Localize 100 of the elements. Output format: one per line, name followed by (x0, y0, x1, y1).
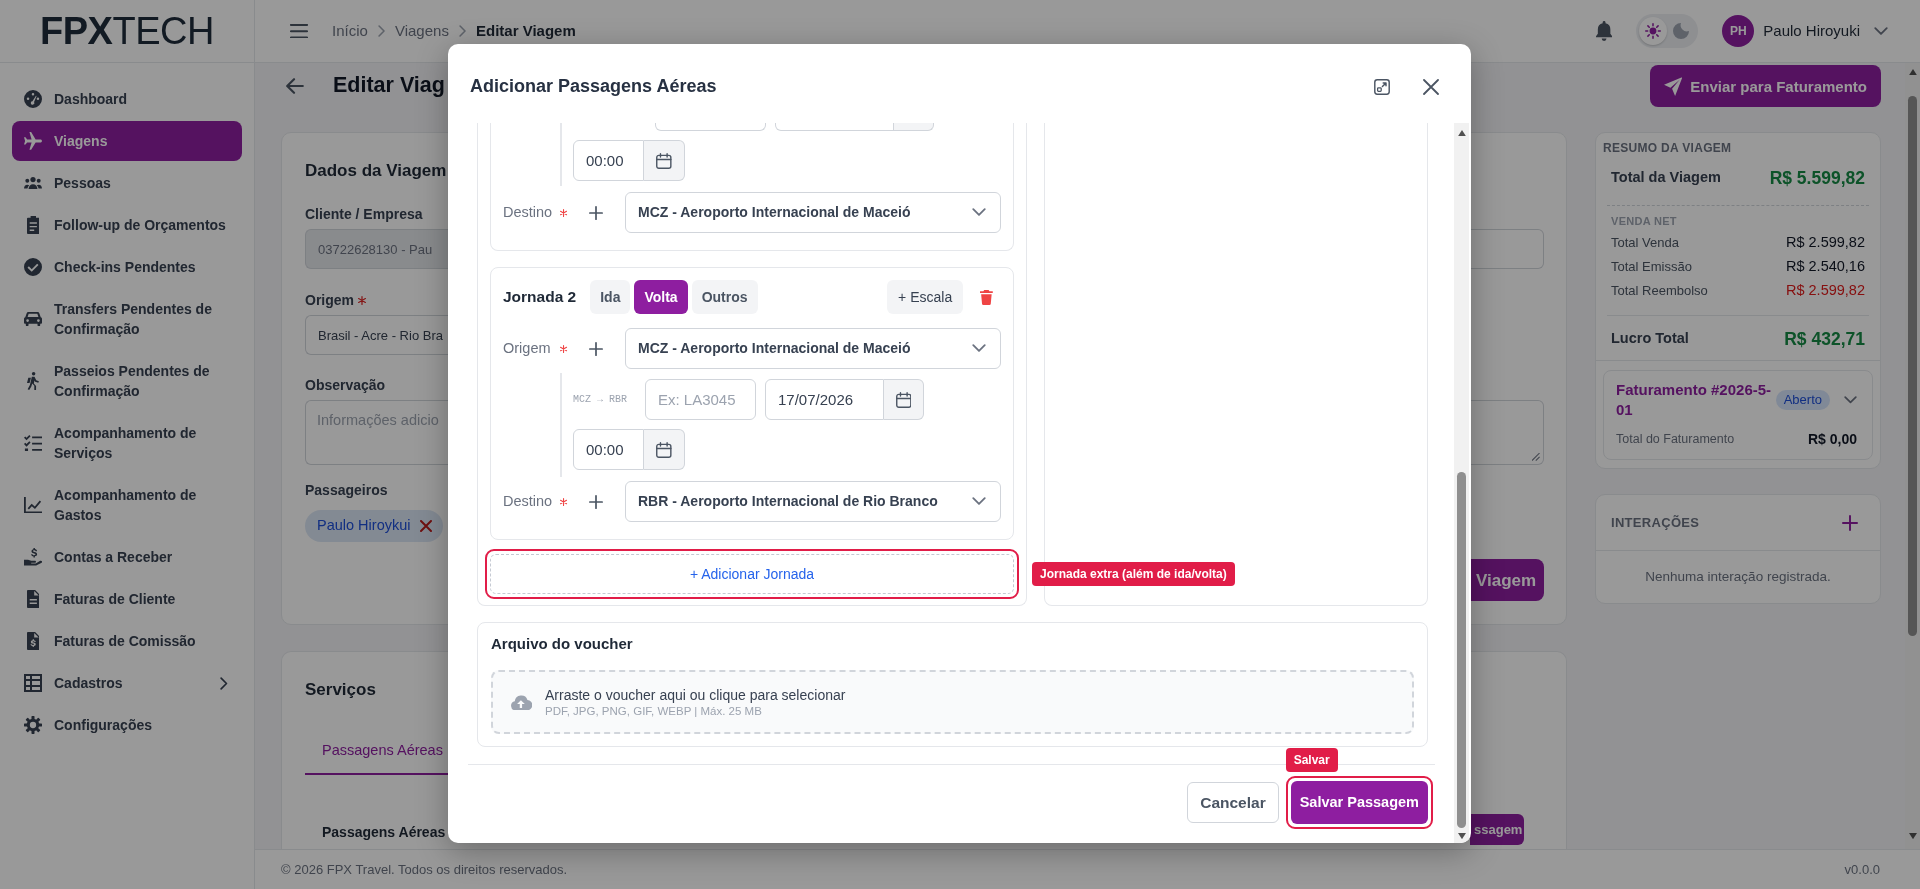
avatar[interactable]: PH (1722, 15, 1755, 47)
sidebar-item[interactable]: Configurações (12, 705, 242, 745)
time-field[interactable]: 00:00 (573, 140, 644, 181)
remove-icon[interactable] (419, 520, 432, 532)
airport-select[interactable]: MCZ - Aeroporto Internacional de Maceió (625, 328, 1001, 369)
table-icon (24, 674, 42, 692)
sidebar-item[interactable]: Check-ins Pendentes (12, 247, 242, 287)
send-to-billing-button[interactable]: Enviar para Faturamento (1649, 65, 1881, 107)
sidebar-item[interactable]: Viagens (12, 121, 242, 161)
trip-type-button[interactable]: Ida (590, 280, 631, 314)
annotation-label: Salvar (1285, 748, 1338, 772)
line-chart-icon (24, 496, 42, 514)
close-icon[interactable] (1423, 78, 1439, 95)
calendar-icon (895, 391, 912, 408)
passenger-name: Paulo Hiroykui (317, 516, 411, 536)
dropzone-hint: PDF, JPG, PNG, GIF, WEBP | Máx. 25 MB (545, 703, 763, 719)
moon-icon (1673, 23, 1690, 39)
menu-icon[interactable] (290, 23, 308, 39)
sidebar-item[interactable]: Contas a Receber (12, 537, 242, 577)
section-title: Serviços (305, 679, 376, 701)
invoice-icon (26, 632, 40, 650)
field-label: Destino (503, 202, 554, 222)
sidebar-item[interactable]: Transfers Pendentes de Confirmação (12, 289, 242, 349)
section-subtitle: Passagens Aéreas (322, 823, 446, 842)
airport-select[interactable]: RBR - Aeroporto Internacional de Rio Branco (625, 481, 1001, 522)
text-field[interactable] (655, 123, 766, 131)
file-dropzone[interactable]: Arraste o voucher aqui ou clique para selecionar PDF, JPG, PNG, GIF, WEBP | Máx. 25 MB (491, 670, 1414, 734)
empty-state-text: Nenhuma interação registrada. (1645, 567, 1831, 586)
scroll-up-icon[interactable] (1908, 69, 1917, 76)
field-label: Origem (503, 338, 552, 358)
scroll-up-icon[interactable] (1457, 130, 1466, 137)
sidebar-item[interactable]: Dashboard (12, 79, 242, 119)
sidebar-item[interactable]: Follow-up de Orçamentos (12, 205, 242, 245)
calendar-button[interactable] (644, 140, 685, 181)
trip-type-button[interactable]: Outros (691, 280, 758, 314)
plus-icon[interactable] (589, 205, 603, 220)
sidebar-item[interactable]: Pessoas (12, 163, 242, 203)
text-area[interactable]: Informações adicio (305, 400, 448, 465)
sun-icon (1645, 23, 1662, 39)
airport-select[interactable]: MCZ - Aeroporto Internacional de Maceió (625, 192, 1001, 233)
scrollbar-thumb[interactable] (1457, 471, 1466, 828)
plus-icon[interactable] (589, 341, 603, 356)
sidebar-item[interactable]: Passeios Pendentes de Confirmação (12, 351, 242, 411)
chevron-down-icon (972, 344, 986, 353)
cancel-button[interactable]: Cancelar (1187, 782, 1279, 823)
text-field[interactable] (1471, 229, 1544, 269)
calendar-button[interactable] (884, 379, 924, 420)
plus-icon[interactable] (589, 494, 603, 509)
chevron-right-icon (377, 25, 385, 37)
action-button[interactable]: ssagem (1470, 814, 1524, 845)
journey-title: Jornada 2 (503, 287, 577, 308)
time-field[interactable]: 00:00 (573, 429, 644, 470)
summary-label: Total Emissão (1611, 258, 1692, 277)
breadcrumb-link[interactable]: Editar Viagem (476, 19, 576, 43)
calendar-icon (656, 441, 672, 458)
chevron-right-icon[interactable] (220, 676, 228, 690)
chevron-right-icon (458, 25, 466, 37)
checklist-icon (24, 434, 42, 452)
calendar-icon (656, 152, 672, 169)
page-title: Editar Viag (333, 73, 445, 99)
trash-icon[interactable] (980, 289, 993, 305)
expand-icon[interactable] (1374, 78, 1390, 95)
date-field[interactable]: 17/07/2026 (765, 379, 884, 420)
action-button[interactable]: Viagem (1471, 559, 1544, 601)
save-button[interactable]: Salvar Passagem (1290, 781, 1428, 824)
logo-text: FPXTECH (40, 12, 214, 50)
date-field[interactable] (775, 123, 894, 131)
light-theme-button[interactable] (1639, 17, 1668, 45)
scroll-down-icon[interactable] (1908, 832, 1917, 839)
add-stop-button[interactable]: + Escala (887, 280, 964, 314)
sidebar-item[interactable]: Faturas de Cliente (12, 579, 242, 619)
resize-grip-icon[interactable] (1532, 453, 1540, 461)
add-journey-button[interactable]: + Adicionar Jornada (490, 554, 1014, 594)
back-arrow-icon[interactable] (286, 78, 304, 94)
text-field[interactable]: Brasil - Acre - Rio Bra (305, 315, 448, 355)
cloud-upload-icon (511, 693, 532, 711)
sidebar-item[interactable]: Cadastros (12, 663, 242, 703)
scrollbar-thumb[interactable] (1908, 96, 1917, 637)
summary-label: Total Venda (1611, 234, 1679, 253)
sidebar-item[interactable]: Acompanhamento de Gastos (12, 475, 242, 535)
user-name[interactable]: Paulo Hiroyuki (1763, 19, 1860, 43)
chevron-down-icon[interactable] (1874, 26, 1888, 36)
flight-number-field[interactable]: Ex: LA3045 (645, 379, 756, 420)
chevron-down-icon[interactable] (1844, 396, 1857, 404)
scroll-down-icon[interactable] (1457, 832, 1466, 839)
card-title: INTERAÇÕES (1611, 513, 1700, 532)
profit-label: Lucro Total (1611, 329, 1689, 349)
bell-icon[interactable] (1596, 21, 1613, 41)
calendar-button[interactable] (644, 429, 685, 470)
plane-icon (24, 132, 42, 150)
invoice-title[interactable]: Faturamento #2026-5-01 (1616, 380, 1774, 420)
breadcrumb-link[interactable]: Viagens (394, 19, 449, 43)
trip-type-button[interactable]: Volta (634, 280, 688, 314)
hand-coin-icon (24, 548, 42, 566)
plus-icon[interactable] (1842, 514, 1858, 531)
sidebar-item[interactable]: Faturas de Comissão (12, 621, 242, 661)
section-title: Arquivo do voucher (491, 634, 634, 654)
total-label: Total da Viagem (1611, 168, 1721, 188)
breadcrumb-link[interactable]: Início (332, 19, 368, 43)
sidebar-item[interactable]: Acompanhamento de Serviços (12, 413, 242, 473)
